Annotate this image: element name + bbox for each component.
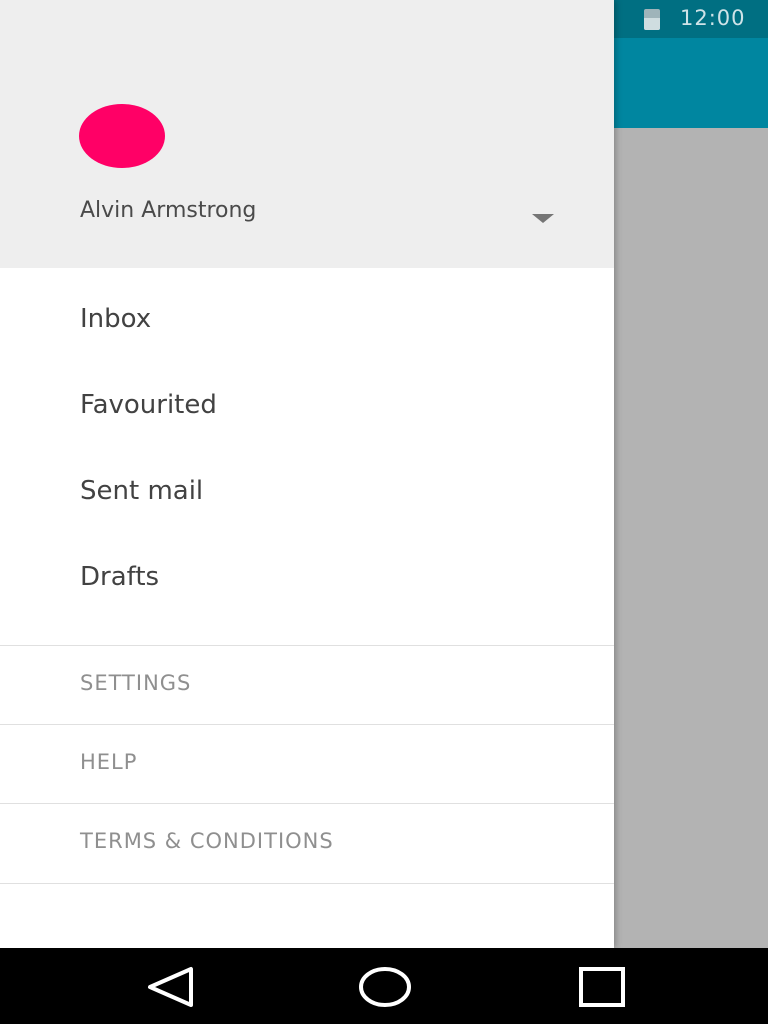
footer-item-help[interactable]: HELP xyxy=(0,724,614,803)
avatar[interactable] xyxy=(79,104,165,168)
footer-item-label: TERMS & CONDITIONS xyxy=(80,829,334,853)
recents-icon[interactable] xyxy=(574,962,630,1012)
nav-item-favourited[interactable]: Favourited xyxy=(0,367,614,453)
navigation-drawer: Alvin Armstrong Inbox Favourited Sent ma… xyxy=(0,0,614,948)
account-name: Alvin Armstrong xyxy=(80,198,257,223)
footer-item-label: HELP xyxy=(80,750,138,774)
drawer-header: Alvin Armstrong xyxy=(0,0,614,268)
nav-item-label: Sent mail xyxy=(80,476,204,506)
nav-item-label: Inbox xyxy=(80,304,152,334)
battery-icon xyxy=(644,9,660,30)
nav-item-label: Drafts xyxy=(80,562,160,592)
back-icon[interactable] xyxy=(142,962,198,1012)
status-clock: 12:00 xyxy=(680,6,746,30)
system-navigation-bar xyxy=(0,948,768,1024)
nav-item-sent-mail[interactable]: Sent mail xyxy=(0,453,614,539)
nav-item-label: Favourited xyxy=(80,390,217,420)
divider xyxy=(0,883,614,884)
arrow-drop-down-icon[interactable] xyxy=(528,206,558,228)
nav-item-inbox[interactable]: Inbox xyxy=(0,281,614,367)
home-icon[interactable] xyxy=(357,962,413,1012)
nav-item-drafts[interactable]: Drafts xyxy=(0,539,614,625)
footer-item-label: SETTINGS xyxy=(80,671,192,695)
footer-item-settings[interactable]: SETTINGS xyxy=(0,645,614,724)
footer-item-terms[interactable]: TERMS & CONDITIONS xyxy=(0,803,614,882)
